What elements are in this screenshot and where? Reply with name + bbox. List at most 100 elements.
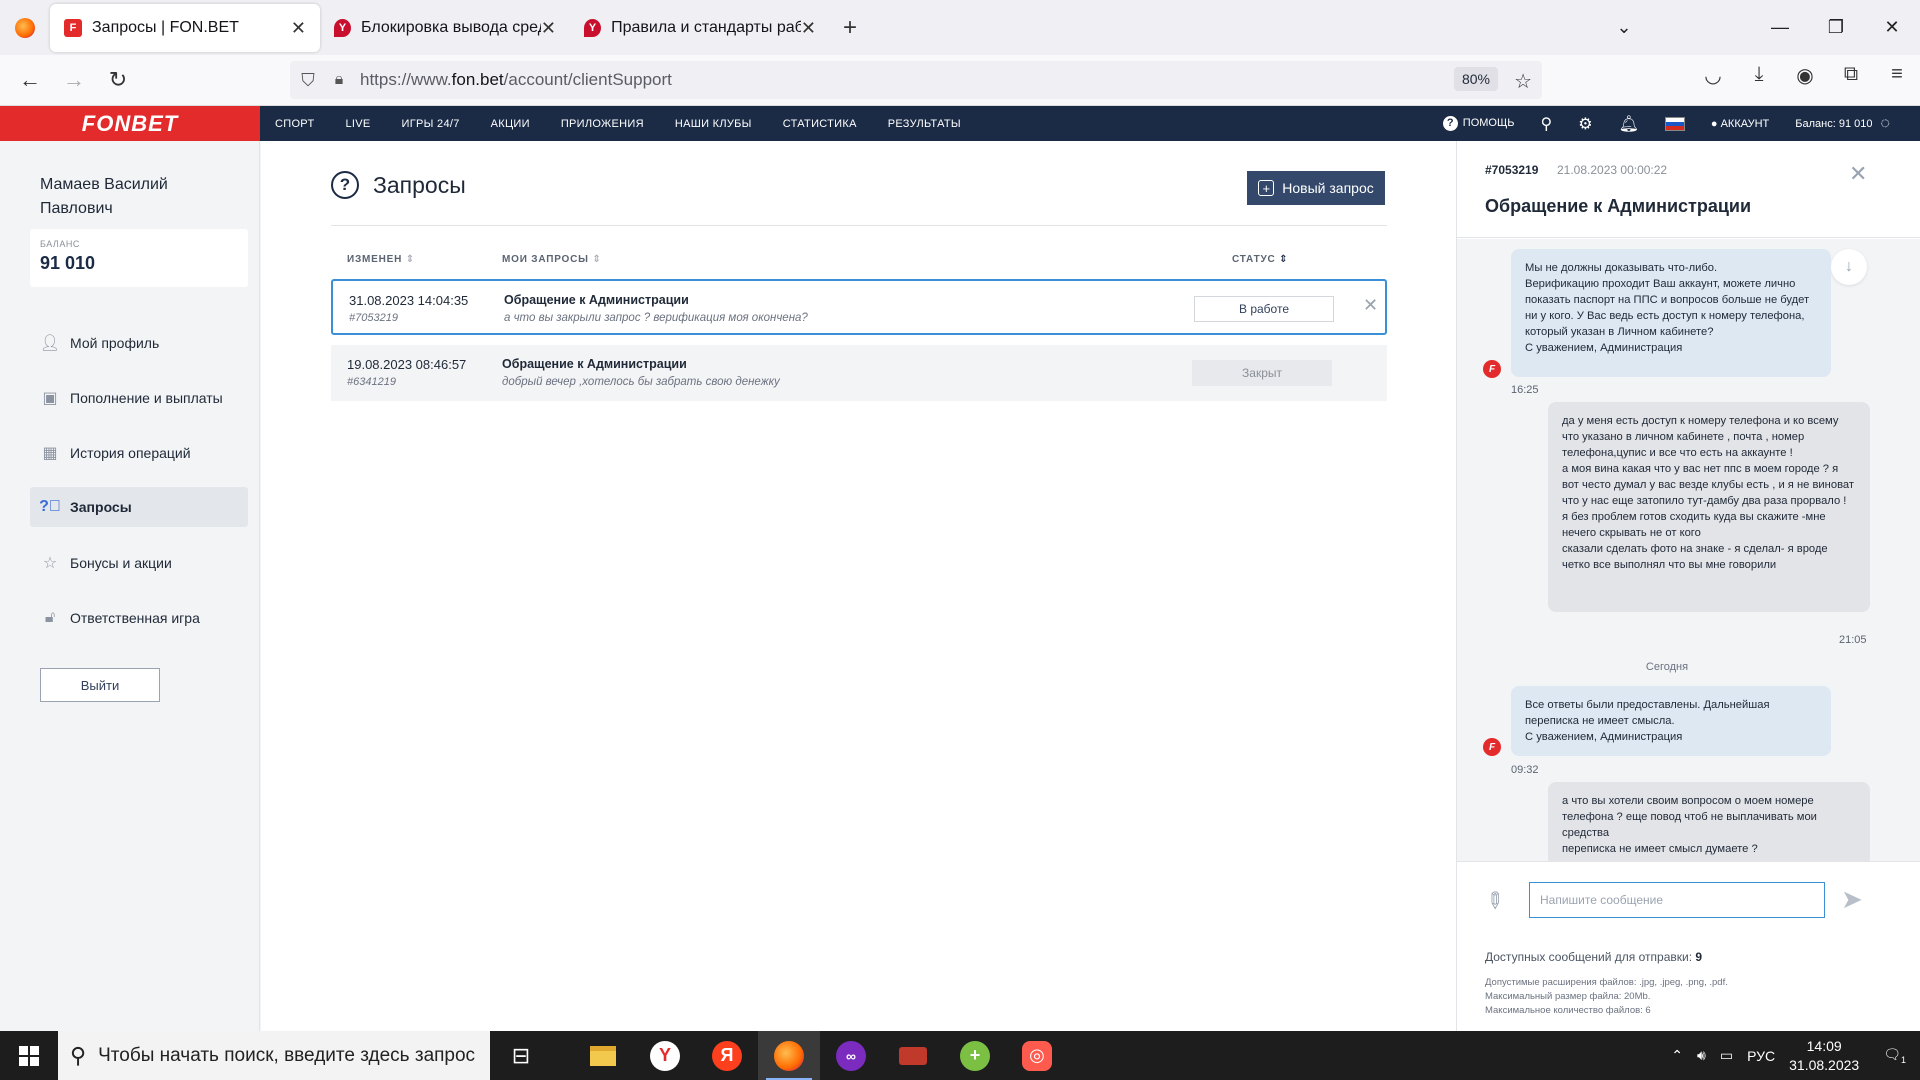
clock-time: 14:09 [1806, 1037, 1842, 1054]
menu-item-stats[interactable]: СТАТИСТИКА [783, 118, 857, 130]
browser-toolbar-right: ◡ ⤓ ◉ ⧉ ≡ [1690, 63, 1920, 88]
menu-item-sport[interactable]: СПОРТ [275, 118, 314, 130]
sidebar-item-label: История операций [70, 445, 191, 461]
yandex-browser-icon[interactable]: Y [634, 1031, 696, 1080]
close-tab-icon[interactable]: ✕ [291, 18, 306, 39]
network-icon[interactable]: ▭ [1720, 1047, 1733, 1064]
restore-icon[interactable]: ❐ [1808, 17, 1864, 38]
row-date: 19.08.2023 08:46:57 [347, 357, 467, 372]
tab-title: Запросы | FON.BET [92, 19, 239, 36]
new-tab-button[interactable]: + [830, 4, 870, 52]
firefox-menu-icon[interactable] [0, 0, 50, 55]
bookmark-star-icon[interactable]: ☆ [1514, 69, 1532, 94]
add-app-icon[interactable]: + [944, 1031, 1006, 1080]
sidebar-item-responsible-gaming[interactable]: 🔓︎ Ответственная игра [30, 598, 248, 638]
url-bar[interactable]: ⛉ 🔒︎ https://www.fon.bet/account/clientS… [290, 61, 1542, 99]
tracking-shield-icon[interactable]: ⛉ [290, 70, 326, 91]
chat-panel: #7053219 21.08.2023 00:00:22 Обращение к… [1456, 141, 1920, 1031]
column-header-requests[interactable]: МОИ ЗАПРОСЫ ⇕ [502, 254, 602, 265]
hide-balance-icon[interactable]: ◌ [1880, 115, 1890, 133]
sidebar-item-payments[interactable]: ▣ Пополнение и выплаты [30, 378, 248, 418]
notifications-icon[interactable]: 🗨︎1 [1883, 1046, 1906, 1065]
tab-title: Блокировка вывода средств - [361, 19, 541, 36]
tab-rules-standards[interactable]: Y Правила и стандарты работы ✕ [570, 4, 830, 52]
task-view-icon[interactable]: ⊟ [490, 1031, 552, 1080]
taskbar-search-placeholder: Чтобы начать поиск, введите здесь запрос [98, 1044, 476, 1066]
tab-fonbet-requests[interactable]: F Запросы | FON.BET ✕ [50, 4, 320, 52]
sidebar-item-bonuses[interactable]: ☆ Бонусы и акции [30, 543, 248, 583]
column-header-status[interactable]: СТАТУС ⇕ [1232, 254, 1288, 265]
privacy-app-icon[interactable]: ∞ [820, 1031, 882, 1080]
user-name-line1: Мамаев Василий [40, 176, 168, 193]
scroll-down-icon[interactable]: ↓ [1831, 249, 1867, 285]
sidebar-item-requests[interactable]: ?⃝ Запросы [30, 487, 248, 527]
sidebar-item-profile[interactable]: 👤︎ Мой профиль [30, 323, 248, 363]
volume-icon[interactable]: 🔊︎ [1697, 1047, 1706, 1064]
menu-item-games[interactable]: ИГРЫ 24/7 [402, 118, 460, 130]
taskbar-search[interactable]: ⚲ Чтобы начать поиск, введите здесь запр… [58, 1031, 490, 1080]
game-app-icon[interactable] [882, 1031, 944, 1080]
account-icon[interactable]: ◉ [1782, 63, 1828, 88]
available-messages: Доступных сообщений для отправки: 9 [1485, 950, 1703, 964]
russian-flag-icon[interactable] [1664, 116, 1685, 131]
tray-chevron-icon[interactable]: ⌃ [1671, 1047, 1683, 1064]
logout-button[interactable]: Выйти [40, 668, 160, 702]
forward-icon[interactable]: → [52, 60, 96, 100]
status-badge: Закрыт [1192, 360, 1332, 386]
minimize-icon[interactable]: — [1752, 17, 1808, 38]
menu-item-clubs[interactable]: НАШИ КЛУБЫ [675, 118, 752, 130]
tab-withdrawal-block[interactable]: Y Блокировка вывода средств - ✕ [320, 4, 570, 52]
gear-icon[interactable]: ⚙ [1578, 114, 1592, 134]
menu-icon[interactable]: ≡ [1874, 63, 1920, 88]
close-chat-icon[interactable]: ✕ [1849, 161, 1867, 187]
firefox-taskbar-icon[interactable] [758, 1031, 820, 1080]
windows-start-icon[interactable] [0, 1031, 58, 1080]
pocket-icon[interactable]: ◡ [1690, 63, 1736, 88]
star-icon: ☆ [42, 555, 58, 572]
menu-item-apps[interactable]: ПРИЛОЖЕНИЯ [561, 118, 644, 130]
new-request-button[interactable]: + Новый запрос [1247, 171, 1385, 205]
table-row[interactable]: 31.08.2023 14:04:35 #7053219 Обращение к… [331, 279, 1387, 335]
yandex-icon[interactable]: Я [696, 1031, 758, 1080]
fonbet-favicon-icon: F [64, 19, 82, 37]
search-icon[interactable]: ⚲ [1541, 114, 1553, 134]
chat-title: Обращение к Администрации [1485, 196, 1752, 216]
menu-item-live[interactable]: LIVE [345, 118, 370, 130]
tab-list-icon[interactable]: ⌄ [1596, 17, 1652, 38]
wallet-icon: ▣ [42, 390, 58, 407]
close-tab-icon[interactable]: ✕ [541, 18, 556, 39]
menu-item-results[interactable]: РЕЗУЛЬТАТЫ [888, 118, 961, 130]
help-link[interactable]: ? ПОМОЩЬ [1442, 116, 1515, 131]
reload-icon[interactable]: ↻ [96, 60, 140, 100]
lock-icon[interactable]: 🔒︎ [326, 71, 352, 89]
account-link[interactable]: ● АККАУНТ [1711, 118, 1769, 130]
download-icon[interactable]: ⤓ [1736, 63, 1782, 88]
bell-icon[interactable]: 🔔︎ [1619, 114, 1639, 134]
close-window-icon[interactable]: ✕ [1864, 17, 1920, 38]
table-row[interactable]: 19.08.2023 08:46:57 #6341219 Обращение к… [331, 345, 1387, 401]
column-header-changed[interactable]: ИЗМЕНЕН ⇕ [347, 254, 415, 265]
help-label: ПОМОЩЬ [1462, 117, 1515, 129]
back-icon[interactable]: ← [8, 60, 52, 100]
send-icon[interactable]: ➤ [1841, 884, 1863, 915]
fonbet-logo[interactable]: FONBET [0, 106, 260, 141]
file-explorer-icon[interactable] [572, 1031, 634, 1080]
close-tab-icon[interactable]: ✕ [801, 18, 816, 39]
zoom-level[interactable]: 80% [1453, 67, 1498, 91]
message-user: а что вы хотели своим вопросом о моем но… [1548, 782, 1870, 861]
account-icon: ● [1710, 117, 1718, 130]
sidebar-item-label: Мой профиль [70, 335, 160, 351]
message-list[interactable]: ↓ Мы не должны доказывать что-либо. Вери… [1457, 239, 1920, 861]
paperclip-icon[interactable]: ✎ [1479, 885, 1510, 916]
menu-item-promos[interactable]: АКЦИИ [491, 118, 530, 130]
file-note: Максимальное количество файлов: 6 [1485, 1005, 1651, 1016]
browser-nav-bar: ← → ↻ ⛉ 🔒︎ https://www.fon.bet/account/c… [0, 55, 1920, 106]
message-input[interactable] [1529, 882, 1825, 918]
sidebar-item-history[interactable]: ▦ История операций [30, 433, 248, 473]
clock[interactable]: 14:09 31.08.2023 [1789, 1037, 1859, 1075]
close-icon[interactable]: ✕ [1363, 295, 1378, 316]
camera-app-icon[interactable]: ◎ [1006, 1031, 1068, 1080]
language-indicator[interactable]: РУС [1747, 1048, 1775, 1064]
extensions-icon[interactable]: ⧉ [1828, 63, 1874, 88]
url-text[interactable]: https://www.fon.bet/account/clientSuppor… [360, 70, 672, 90]
